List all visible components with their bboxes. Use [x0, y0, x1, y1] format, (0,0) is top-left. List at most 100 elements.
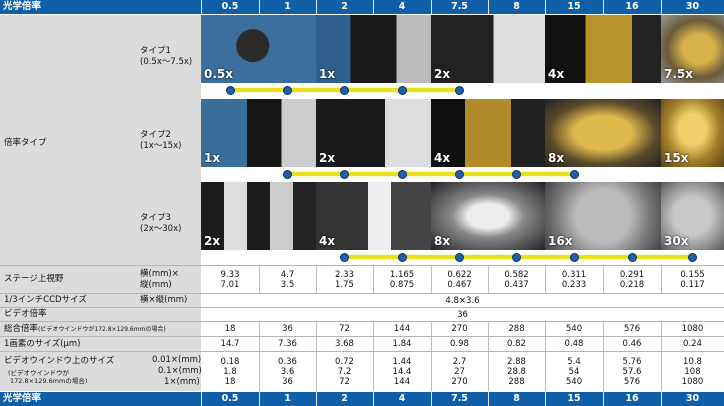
cell-value: 144	[393, 376, 411, 387]
cell-value: 540	[565, 376, 583, 387]
magnification-type-label: 倍率タイプ	[4, 138, 47, 148]
cell-value: 1.75	[335, 279, 354, 290]
header-col: 7.5	[451, 1, 468, 12]
table-cell: 576	[603, 322, 661, 336]
magnified-photo: 8x	[431, 182, 545, 250]
table-cell: 2.33 1.75	[316, 266, 373, 293]
table-cell: 0.622 0.467	[431, 266, 488, 293]
type1-range: (0.5x〜7.5x)	[140, 57, 193, 67]
type3-range: (2x〜30x)	[140, 224, 182, 234]
header-col: 16	[625, 393, 639, 404]
cell-value: 3.6	[280, 366, 295, 377]
cell-value: 27	[454, 366, 465, 377]
header-bottom: 光学倍率 0.5 1 2 4 7.5 8 15 16 30	[0, 392, 724, 406]
cell-value: 54	[568, 366, 580, 377]
table-cell: 288	[488, 322, 545, 336]
magnification-point	[512, 169, 521, 179]
magnification-point	[340, 252, 349, 262]
magnification-label: 1x	[319, 67, 336, 81]
cell-value: 7.36	[278, 339, 297, 349]
magnified-photo: 2x	[201, 182, 316, 250]
header-col: 0.5	[221, 1, 239, 12]
row-label: ビデオウインドウ上のサイズ	[4, 356, 115, 366]
header-col: 16	[625, 1, 639, 12]
cell-value: 288	[508, 376, 525, 387]
cell-value: 0.233	[561, 279, 587, 290]
row-label: 総合倍率(ビデオウインドウが172.8×129.6mmの場合)	[4, 324, 166, 335]
row-label: 1画素のサイズ(μm)	[4, 339, 81, 349]
cell-value: 540	[565, 324, 583, 334]
table-cell: 1.44 14.4 144	[373, 352, 431, 391]
magnification-label: 8x	[434, 234, 451, 248]
row-label-note: (ビデオウインドウが172.8×129.6mmの場合)	[38, 326, 166, 333]
header-top: 光学倍率 0.5 1 2 4 7.5 8 15 16 30	[0, 0, 724, 14]
type2-range: (1x〜15x)	[140, 141, 182, 151]
header-col: 8	[513, 1, 520, 12]
magnified-photo: 16x	[545, 182, 661, 250]
cell-value: 0.46	[622, 339, 642, 349]
cell-value: 0.48	[564, 339, 584, 349]
cell-value: 28.8	[507, 366, 526, 377]
header-col: 8	[513, 393, 520, 404]
cell-value: 0.24	[683, 339, 702, 349]
cell-value: 0.98	[450, 339, 469, 349]
cell-value: 9.33	[220, 269, 240, 280]
table-cell: 0.48	[545, 337, 603, 351]
row-label-text: 総合倍率	[4, 324, 39, 334]
cell-value: 1.165	[389, 269, 415, 280]
type3-name: タイプ3	[140, 213, 171, 223]
row-window-size: ビデオウインドウ上のサイズ (ビデオウインドウが 172.8×129.6mmの場合)…	[0, 351, 724, 391]
magnification-point	[397, 252, 407, 262]
cell-value: 18	[224, 376, 236, 387]
table-cell: 2.88 28.8 288	[488, 352, 545, 391]
table-cell: 14.7	[201, 337, 259, 351]
magnification-point	[397, 169, 407, 179]
header-col: 30	[685, 393, 700, 404]
cell-value: 288	[508, 324, 525, 334]
magnified-photo: 15x	[661, 99, 724, 167]
magnified-photo: 30x	[661, 182, 724, 250]
magnification-point	[688, 252, 697, 262]
table-cell: 7.36	[259, 337, 316, 351]
row-sub-label: 縦(mm)	[140, 280, 172, 290]
cell-value: 0.437	[504, 279, 529, 290]
magnification-point	[569, 252, 579, 262]
cell-value: 0.582	[504, 269, 529, 280]
cell-value: 0.82	[507, 339, 526, 349]
cell-value: 5.76	[622, 356, 642, 367]
cell-value: 14.4	[392, 366, 412, 377]
magnification-point	[225, 85, 235, 95]
table-cell: 2.7 27 270	[431, 352, 488, 391]
header-label: 光学倍率	[3, 393, 42, 404]
table-cell: 0.98	[431, 337, 488, 351]
header-col: 0.5	[221, 393, 239, 404]
magnified-photo: 2x	[316, 99, 431, 167]
row-pixel-size: 1画素のサイズ(μm) 14.7 7.36 3.68 1.84 0.98 0.82 0.48 0…	[0, 336, 724, 351]
cell-value: 57.6	[622, 366, 642, 377]
cell-value: 1080	[681, 376, 704, 387]
header-col: 1	[284, 1, 291, 12]
row-sub-label: 0.1×(mm)	[158, 366, 202, 376]
header-col: 2	[341, 1, 348, 12]
magnified-photo: 4x	[545, 15, 661, 83]
cell-value: 1.8	[223, 366, 237, 377]
cell-value: 3.5	[280, 279, 295, 290]
magnification-label: 4x	[548, 67, 565, 81]
table-cell: 0.311 0.233	[545, 266, 603, 293]
table-cell: 0.36 3.6 36	[259, 352, 316, 391]
magnification-label: 2x	[434, 67, 451, 81]
cell-value: 1080	[681, 324, 704, 334]
table-cell: 9.33 7.01	[201, 266, 259, 293]
table-cell: 10.8 108 1080	[661, 352, 724, 391]
row-sub-label: 0.01×(mm)	[152, 355, 202, 365]
row-sub-label: 1×(mm)	[164, 377, 200, 387]
cell-value: 14.7	[220, 339, 240, 349]
header-col: 15	[567, 393, 581, 404]
type1-name: タイプ1	[140, 46, 171, 56]
table-cell: 0.291 0.218	[603, 266, 661, 293]
magnification-label: 4x	[319, 234, 336, 248]
cell-value: 270	[451, 324, 468, 334]
cell-value: 5.4	[567, 356, 581, 367]
table-cell: 270	[431, 322, 488, 336]
cell-value: 0.218	[619, 279, 645, 290]
